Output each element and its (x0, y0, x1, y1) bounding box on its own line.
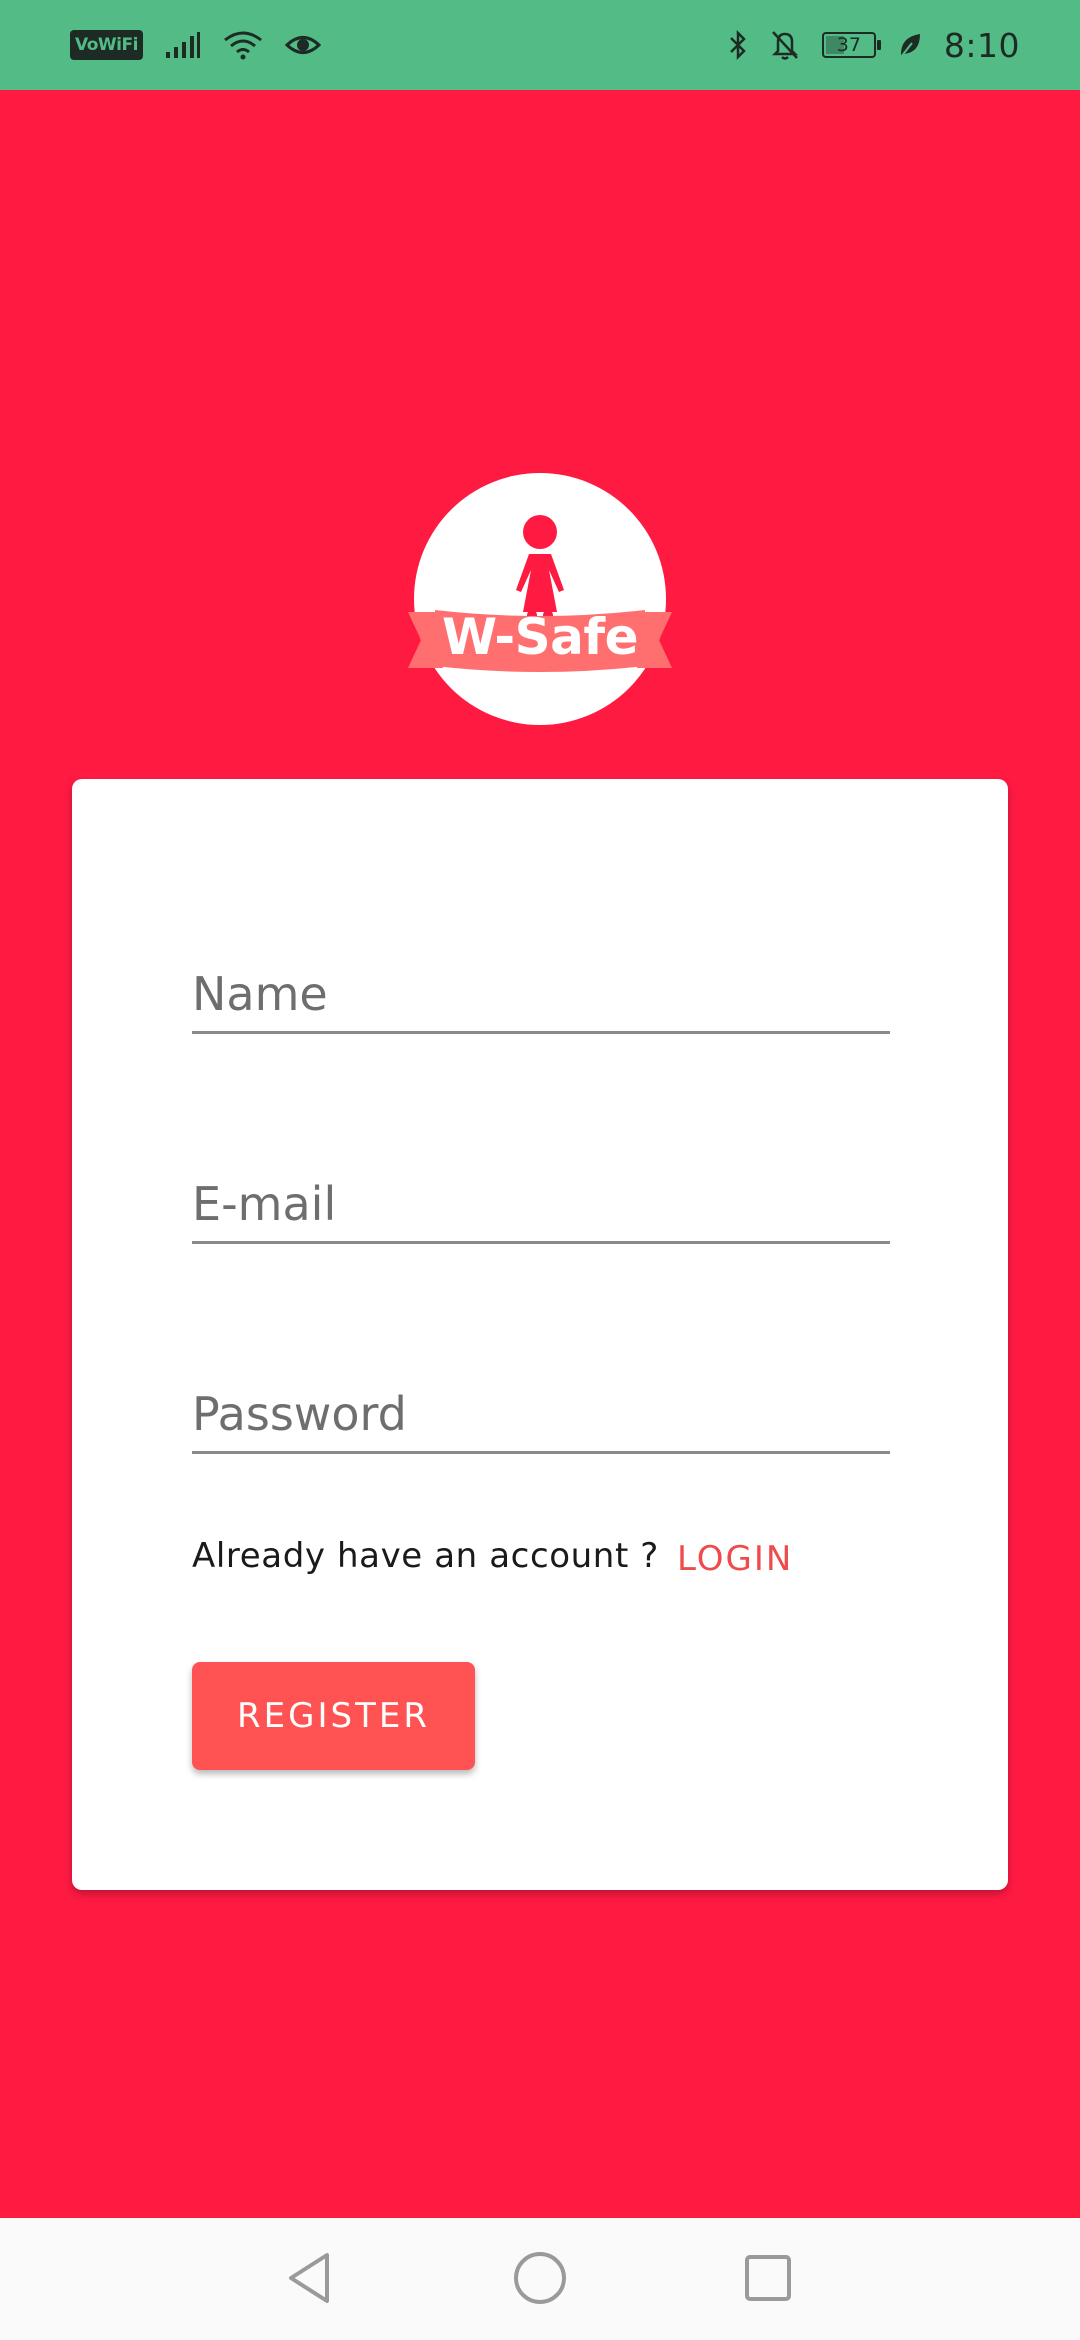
password-field[interactable] (192, 1364, 890, 1454)
navigation-bar (0, 2218, 1080, 2340)
register-button[interactable]: REGISTER (192, 1662, 475, 1770)
account-prompt: Already have an account ? (192, 1536, 659, 1576)
email-input[interactable] (192, 1177, 890, 1231)
app-logo: W-Safe (408, 472, 672, 726)
wifi-icon (223, 30, 263, 60)
name-input[interactable] (192, 967, 890, 1021)
login-link[interactable]: LOGIN (677, 1539, 793, 1579)
signal-icon (165, 31, 201, 59)
bluetooth-icon (728, 29, 748, 61)
status-bar: VoWiFi 37 8:10 (0, 0, 1080, 90)
eye-icon (284, 32, 321, 58)
bell-off-icon (770, 29, 800, 61)
vowifi-badge: VoWiFi (70, 30, 143, 60)
status-bar-right: 37 8:10 (728, 26, 1020, 65)
back-icon[interactable] (280, 2248, 340, 2308)
leaf-icon (898, 31, 922, 59)
email-field[interactable] (192, 1154, 890, 1244)
logo-graphic (408, 473, 672, 725)
password-input[interactable] (192, 1387, 890, 1441)
battery-icon: 37 (821, 32, 881, 58)
clock: 8:10 (943, 25, 1020, 65)
status-bar-left: VoWiFi (70, 30, 321, 60)
logo-text: W-Safe (441, 608, 639, 666)
name-field[interactable] (192, 944, 890, 1034)
battery-percent: 37 (836, 34, 861, 56)
register-card: Already have an account ? LOGIN REGISTER (72, 779, 1008, 1890)
home-icon[interactable] (510, 2248, 570, 2308)
recent-apps-icon[interactable] (738, 2248, 798, 2308)
